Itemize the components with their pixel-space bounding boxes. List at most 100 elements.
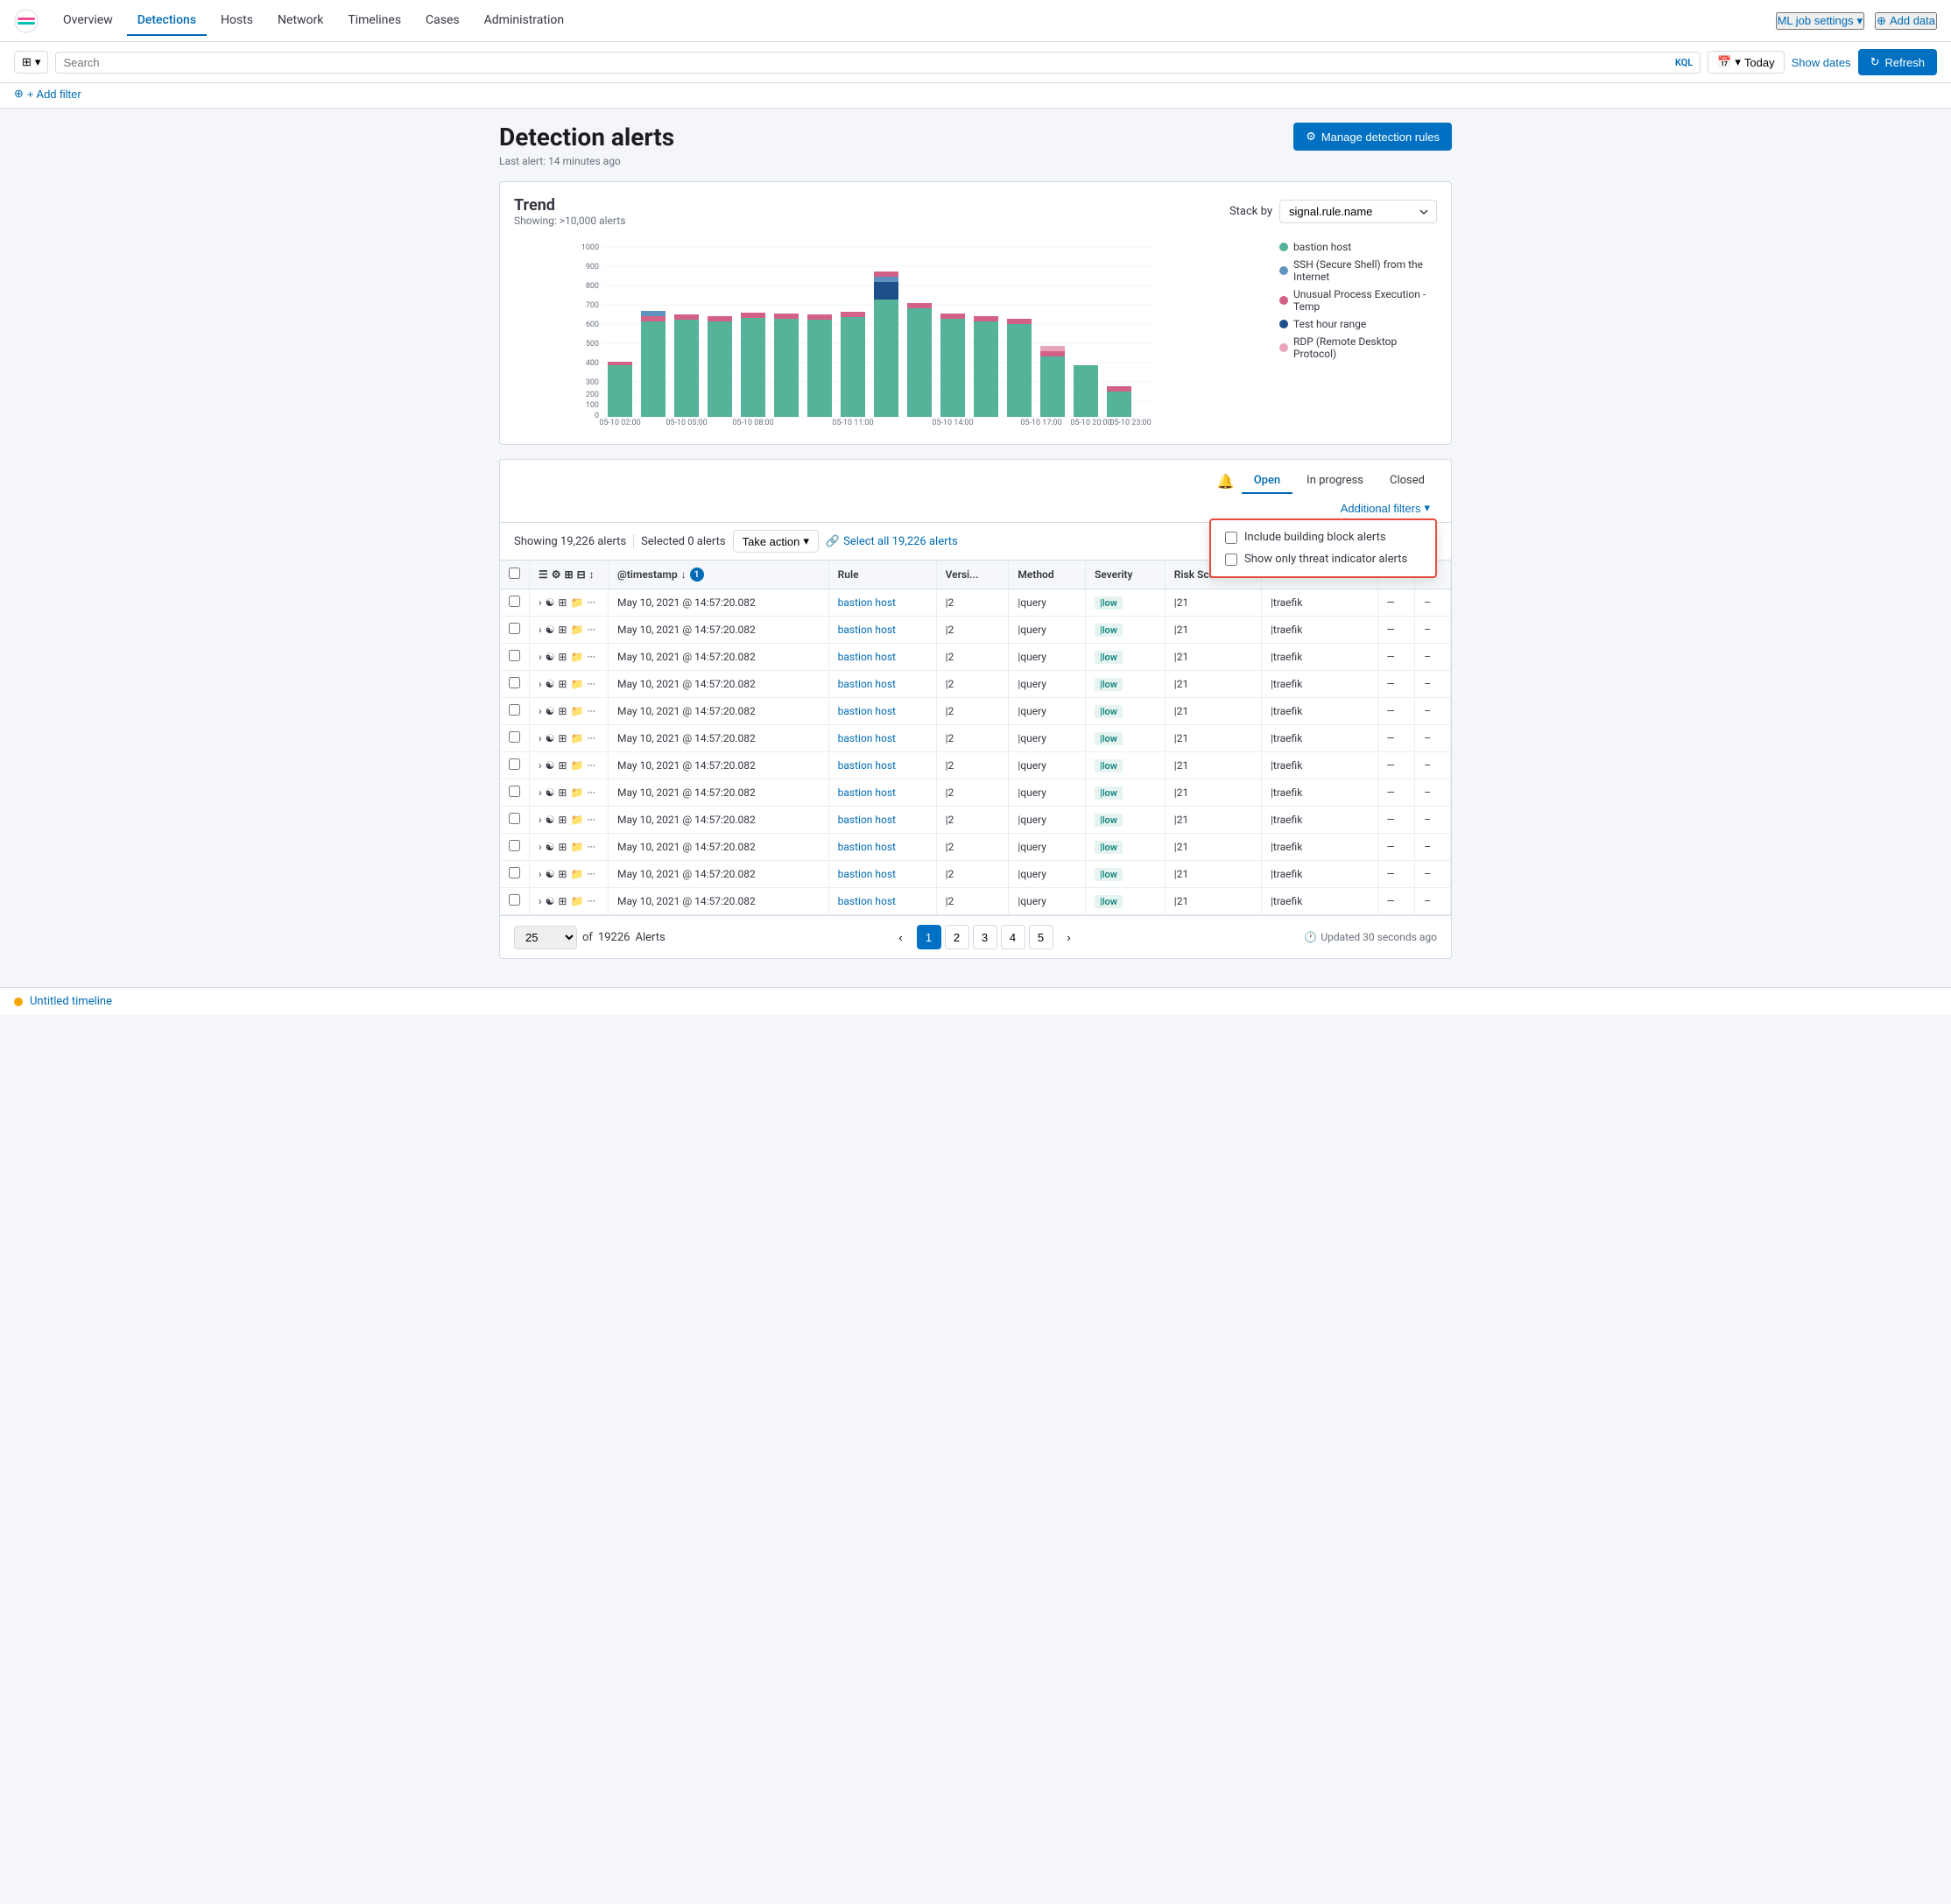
- folder-icon[interactable]: 📁: [570, 814, 583, 826]
- pin-icon[interactable]: ☯: [546, 678, 555, 690]
- folder-icon[interactable]: 📁: [570, 786, 583, 799]
- expand-icon[interactable]: ›: [539, 624, 542, 636]
- folder-icon[interactable]: 📁: [570, 759, 583, 772]
- page-2-button[interactable]: 2: [945, 925, 969, 949]
- row-checkbox[interactable]: [509, 677, 520, 688]
- row-checkbox[interactable]: [509, 758, 520, 770]
- folder-icon[interactable]: 📁: [570, 651, 583, 663]
- row-checkbox[interactable]: [509, 704, 520, 716]
- tab-open[interactable]: Open: [1242, 469, 1292, 494]
- expand-icon[interactable]: ›: [539, 705, 542, 717]
- sort-icon[interactable]: ↕: [589, 568, 595, 581]
- next-page-button[interactable]: ›: [1057, 925, 1081, 949]
- expand-icon[interactable]: ›: [539, 732, 542, 744]
- expand-icon[interactable]: ›: [539, 651, 542, 663]
- folder-icon[interactable]: 📁: [570, 841, 583, 853]
- row-checkbox[interactable]: [509, 623, 520, 634]
- threat-indicator-filter[interactable]: Show only threat indicator alerts: [1225, 553, 1421, 566]
- pin-icon[interactable]: ☯: [546, 895, 555, 907]
- network-icon[interactable]: ⊞: [558, 624, 567, 636]
- row-checkbox[interactable]: [509, 894, 520, 906]
- row-checkbox[interactable]: [509, 650, 520, 661]
- row-checkbox[interactable]: [509, 731, 520, 743]
- expand-icon[interactable]: ›: [539, 786, 542, 799]
- take-action-button[interactable]: Take action ▾: [733, 530, 819, 553]
- nav-detections[interactable]: Detections: [127, 6, 207, 36]
- expand-icon[interactable]: ›: [539, 841, 542, 853]
- include-building-block-filter[interactable]: Include building block alerts: [1225, 531, 1421, 544]
- folder-icon[interactable]: 📁: [570, 678, 583, 690]
- gear-icon[interactable]: ⚙: [552, 568, 561, 581]
- more-icon[interactable]: ···: [587, 868, 595, 880]
- pin-icon[interactable]: ☯: [546, 868, 555, 880]
- more-icon[interactable]: ···: [587, 705, 595, 717]
- network-icon[interactable]: ⊞: [558, 651, 567, 663]
- page-4-button[interactable]: 4: [1001, 925, 1025, 949]
- pin-icon[interactable]: ☯: [546, 759, 555, 772]
- header-timestamp[interactable]: @timestamp ↓ 1: [609, 561, 829, 589]
- network-icon[interactable]: ⊞: [558, 895, 567, 907]
- more-icon[interactable]: ···: [587, 624, 595, 636]
- folder-icon[interactable]: 📁: [570, 596, 583, 609]
- pin-icon[interactable]: ☯: [546, 732, 555, 744]
- expand-icon[interactable]: ›: [539, 868, 542, 880]
- threat-indicator-checkbox[interactable]: [1225, 554, 1237, 566]
- more-icon[interactable]: ···: [587, 732, 595, 744]
- pin-icon[interactable]: ☯: [546, 814, 555, 826]
- row-checkbox[interactable]: [509, 596, 520, 607]
- network-icon[interactable]: ⊞: [558, 786, 567, 799]
- pin-icon[interactable]: ☯: [546, 705, 555, 717]
- page-size-select[interactable]: 25 50 100: [514, 926, 577, 949]
- header-severity[interactable]: Severity: [1085, 561, 1165, 589]
- nav-cases[interactable]: Cases: [415, 6, 470, 36]
- additional-filters-button[interactable]: Additional filters ▾: [1334, 497, 1437, 518]
- more-icon[interactable]: ···: [587, 814, 595, 826]
- expand-icon[interactable]: ›: [539, 759, 542, 772]
- folder-icon[interactable]: 📁: [570, 895, 583, 907]
- add-data-button[interactable]: ⊕ Add data: [1875, 12, 1937, 30]
- expand-icon[interactable]: ›: [539, 678, 542, 690]
- alert-bell-icon[interactable]: 🔔: [1217, 473, 1235, 490]
- more-icon[interactable]: ···: [587, 596, 595, 609]
- row-checkbox[interactable]: [509, 813, 520, 824]
- nav-hosts[interactable]: Hosts: [210, 6, 264, 36]
- page-3-button[interactable]: 3: [973, 925, 997, 949]
- prev-page-button[interactable]: ‹: [889, 925, 913, 949]
- more-icon[interactable]: ···: [587, 786, 595, 799]
- show-dates-button[interactable]: Show dates: [1792, 56, 1851, 69]
- more-icon[interactable]: ···: [587, 895, 595, 907]
- folder-icon[interactable]: 📁: [570, 732, 583, 744]
- search-type-button[interactable]: ⊞ ▾: [14, 51, 48, 74]
- header-method[interactable]: Method: [1009, 561, 1086, 589]
- pin-icon[interactable]: ☯: [546, 841, 555, 853]
- more-icon[interactable]: ···: [587, 678, 595, 690]
- list-icon[interactable]: ☰: [539, 568, 548, 581]
- table-icon[interactable]: ⊟: [577, 568, 586, 581]
- network-icon[interactable]: ⊞: [558, 814, 567, 826]
- refresh-button[interactable]: ↻ Refresh: [1858, 49, 1937, 75]
- network-icon[interactable]: ⊞: [558, 596, 567, 609]
- expand-icon[interactable]: ›: [539, 814, 542, 826]
- select-all-link[interactable]: 🔗 Select all 19,226 alerts: [826, 535, 958, 548]
- page-1-button[interactable]: 1: [917, 925, 941, 949]
- network-icon[interactable]: ⊞: [565, 568, 574, 581]
- add-filter-button[interactable]: ⊕ + Add filter: [14, 87, 81, 101]
- network-icon[interactable]: ⊞: [558, 732, 567, 744]
- manage-detection-rules-button[interactable]: ⚙ Manage detection rules: [1293, 123, 1452, 151]
- more-icon[interactable]: ···: [587, 759, 595, 772]
- date-picker-button[interactable]: 📅 ▾ Today: [1708, 51, 1784, 74]
- network-icon[interactable]: ⊞: [558, 678, 567, 690]
- tab-in-progress[interactable]: In progress: [1294, 469, 1376, 494]
- tab-closed[interactable]: Closed: [1377, 469, 1437, 494]
- more-icon[interactable]: ···: [587, 651, 595, 663]
- nav-timelines[interactable]: Timelines: [337, 6, 412, 36]
- nav-overview[interactable]: Overview: [53, 6, 123, 36]
- pin-icon[interactable]: ☯: [546, 786, 555, 799]
- network-icon[interactable]: ⊞: [558, 759, 567, 772]
- page-5-button[interactable]: 5: [1029, 925, 1053, 949]
- row-checkbox[interactable]: [509, 786, 520, 797]
- pin-icon[interactable]: ☯: [546, 596, 555, 609]
- row-checkbox[interactable]: [509, 867, 520, 878]
- more-icon[interactable]: ···: [587, 841, 595, 853]
- search-input[interactable]: [63, 56, 1674, 69]
